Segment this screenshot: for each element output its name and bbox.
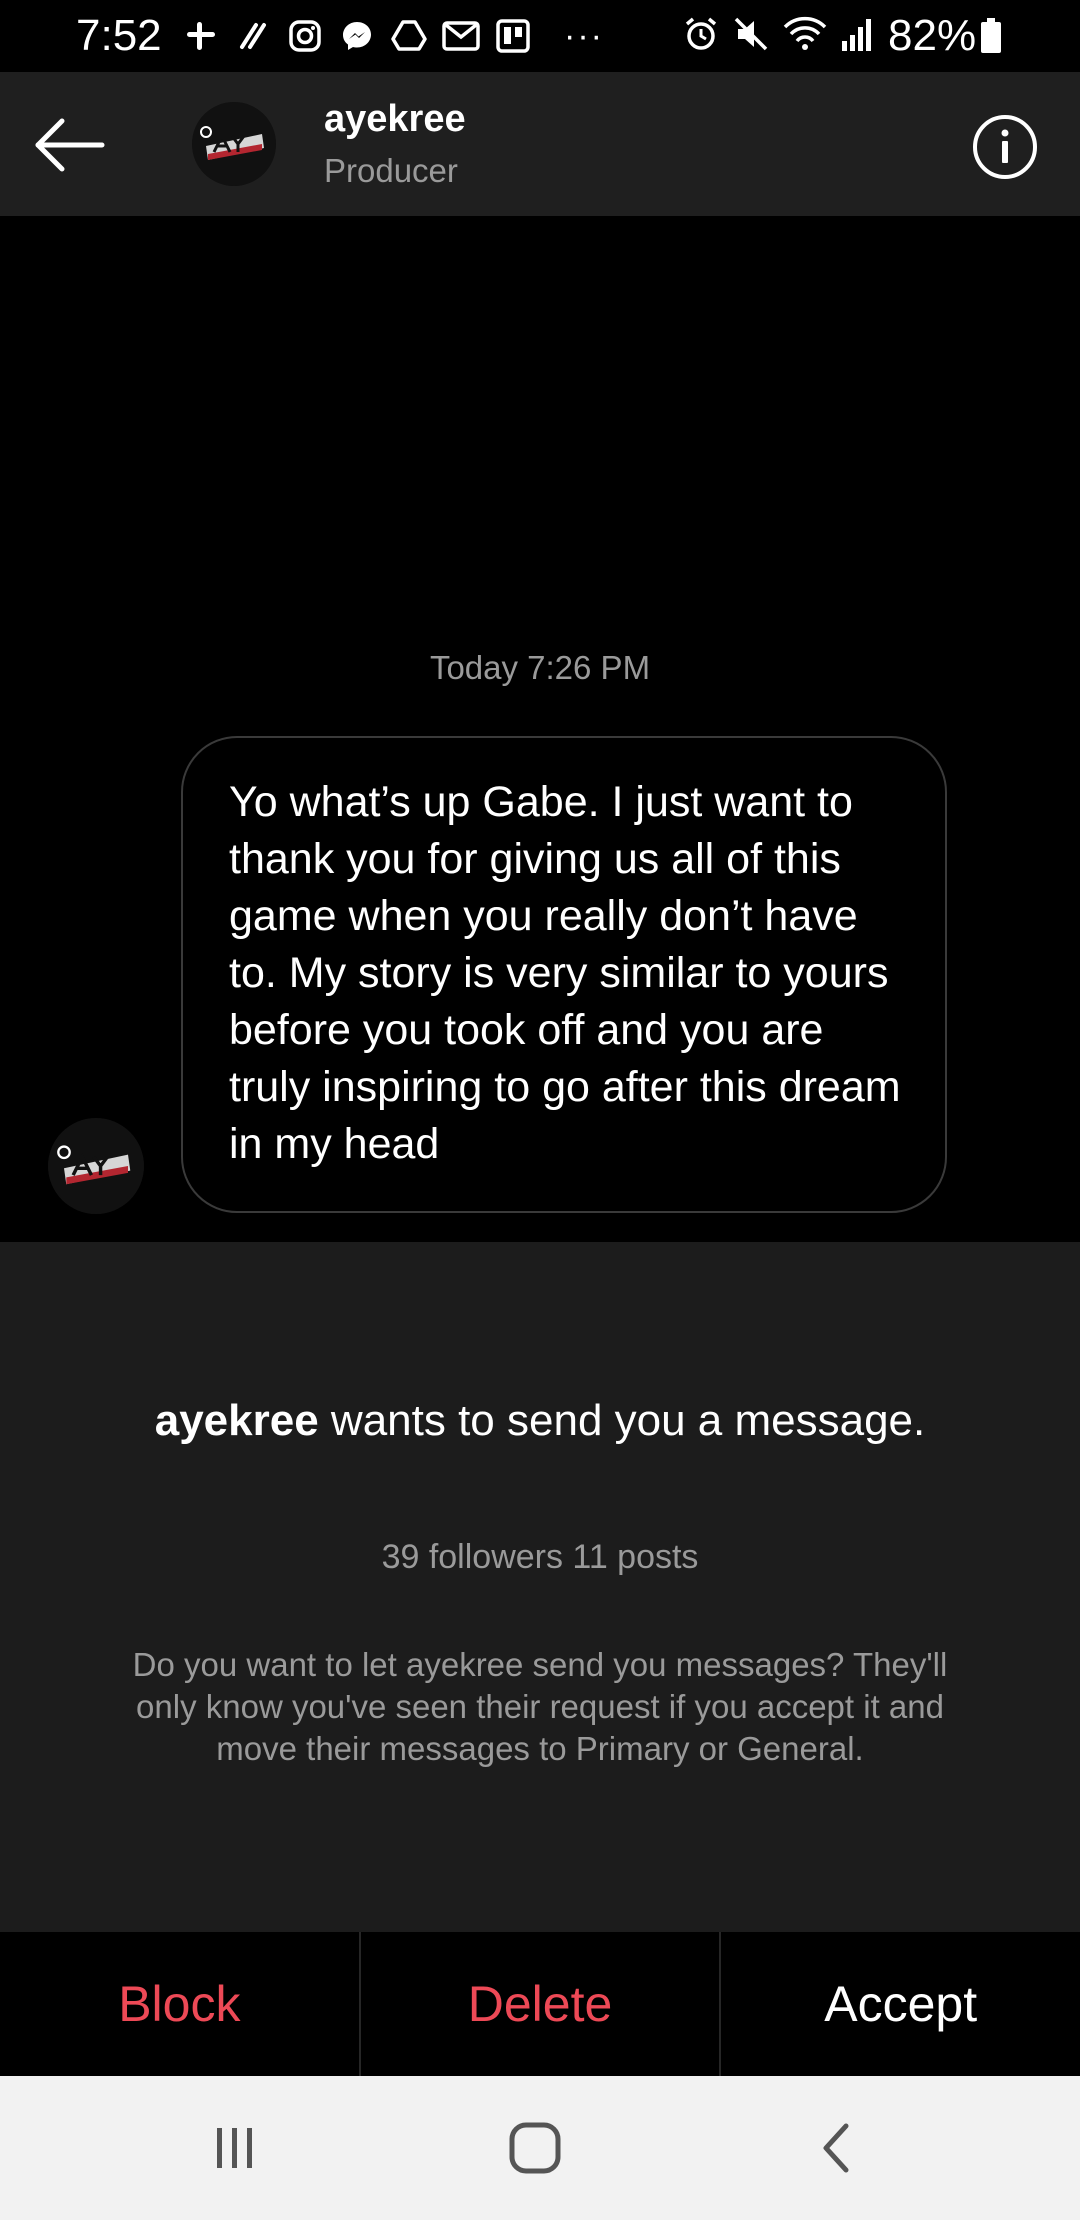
request-actions: Block Delete Accept bbox=[0, 1932, 1080, 2076]
request-title: ayekree wants to send you a message. bbox=[120, 1392, 960, 1449]
messenger-icon bbox=[338, 17, 376, 55]
info-button[interactable] bbox=[972, 114, 1038, 180]
wifi-icon bbox=[782, 15, 828, 58]
notification-icons: ··· bbox=[182, 14, 604, 58]
header-username[interactable]: ayekree bbox=[324, 98, 466, 141]
signal-icon bbox=[840, 15, 876, 58]
sender-avatar[interactable] bbox=[48, 1118, 144, 1214]
header-subtitle: Producer bbox=[324, 152, 458, 189]
system-nav-bar bbox=[0, 2076, 1080, 2220]
more-notifications-indicator: ··· bbox=[564, 16, 604, 55]
drive-icon bbox=[390, 17, 428, 55]
info-icon bbox=[973, 115, 1037, 179]
home-icon[interactable] bbox=[505, 2118, 565, 2178]
back-icon[interactable] bbox=[808, 2118, 868, 2178]
back-arrow-icon bbox=[35, 118, 105, 172]
message-timestamp: Today 7:26 PM bbox=[429, 649, 651, 686]
message-bubble[interactable]: Yo what’s up Gabe. I just want to thank … bbox=[181, 736, 947, 1213]
back-button[interactable] bbox=[30, 110, 110, 180]
request-stats: 39 followers 11 posts bbox=[381, 1538, 699, 1576]
request-description: Do you want to let ayekree send you mess… bbox=[132, 1646, 948, 1767]
trello-icon bbox=[494, 17, 532, 55]
recent-apps-icon[interactable] bbox=[205, 2118, 265, 2178]
request-title-text: wants to send you a message. bbox=[318, 1396, 926, 1445]
profile-logo-icon bbox=[48, 1118, 144, 1214]
mute-icon bbox=[732, 15, 770, 58]
system-icons bbox=[682, 14, 876, 58]
delete-button[interactable]: Delete bbox=[358, 1932, 720, 2076]
conversation-header: ayekree Producer bbox=[0, 72, 1080, 216]
message-request-panel: ayekree wants to send you a message. 39 … bbox=[0, 1242, 1080, 1932]
battery-percent: 82% bbox=[888, 11, 977, 60]
status-time: 7:52 bbox=[76, 11, 162, 60]
request-username: ayekree bbox=[154, 1396, 319, 1445]
status-bar: 7:52 ··· 82% bbox=[0, 0, 1080, 72]
instagram-icon bbox=[286, 17, 324, 55]
battery-icon bbox=[980, 18, 1002, 54]
header-avatar[interactable] bbox=[192, 102, 276, 186]
profile-logo-icon bbox=[192, 102, 276, 186]
slack-icon bbox=[182, 17, 220, 55]
tag-icon bbox=[234, 17, 272, 55]
alarm-icon bbox=[682, 15, 720, 58]
message-thread[interactable]: Today 7:26 PM Yo what’s up Gabe. I just … bbox=[0, 216, 1080, 1242]
accept-button[interactable]: Accept bbox=[719, 1932, 1080, 2076]
block-button[interactable]: Block bbox=[0, 1932, 359, 2076]
gmail-icon bbox=[442, 17, 480, 55]
